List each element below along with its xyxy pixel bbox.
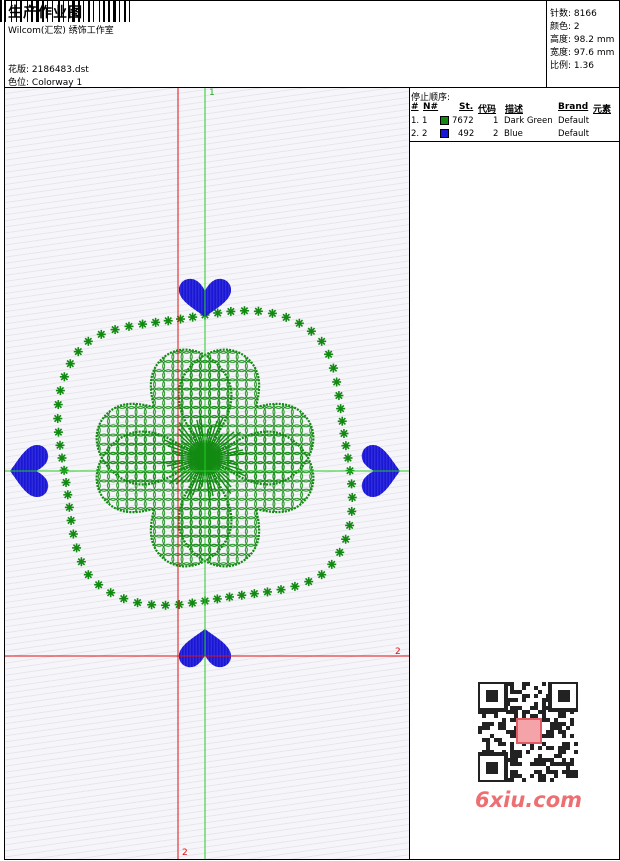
row-index: 1.	[411, 116, 420, 126]
page-title: 生产作业图	[8, 5, 83, 21]
col-header-code: 代码	[478, 105, 497, 115]
stat-value: 8166	[573, 9, 597, 19]
stat-color-count: 颜色: 2	[550, 19, 580, 32]
stats-divider	[546, 0, 547, 88]
guide-label-red-right: 2	[395, 647, 401, 657]
colorway-name: Colorway 1	[31, 78, 83, 88]
row-index: 2.	[411, 129, 420, 139]
row-description: Blue	[504, 129, 523, 139]
stat-height: 高度: 98.2 mm	[550, 32, 614, 45]
stat-label: 针数:	[550, 9, 572, 19]
stat-label: 宽度:	[550, 48, 572, 58]
colorway-line: 色位: Colorway 1	[8, 75, 82, 88]
stat-width: 宽度: 97.6 mm	[550, 45, 614, 58]
guide-lines	[5, 88, 409, 859]
stat-value: 97.6 mm	[573, 48, 615, 58]
row-stitches: 492	[458, 129, 475, 139]
row-code: 1	[493, 116, 499, 126]
col-header-index: #	[411, 102, 419, 112]
row-needle: 2	[422, 129, 428, 139]
row-stitches: 7672	[452, 116, 474, 126]
design-canvas[interactable]: 1 2 2	[5, 88, 409, 859]
col-header-element: 元素	[593, 105, 612, 115]
color-swatch-dark-green	[440, 116, 449, 125]
watermark: 6xiu.com	[470, 680, 586, 812]
company-name: Wilcom(汇宏) 绣饰工作室	[8, 26, 114, 36]
stat-label: 高度:	[550, 35, 572, 45]
col-header-needle: N#	[423, 102, 439, 112]
col-header-description: 描述	[505, 105, 524, 115]
row-brand: Default	[558, 116, 590, 126]
color-swatch-blue	[440, 129, 449, 138]
stat-value: 1.36	[573, 61, 594, 71]
guide-label-green: 1	[209, 88, 215, 98]
stat-value: 2	[573, 22, 580, 32]
stat-stitch-count: 针数: 8166	[550, 6, 597, 19]
production-worksheet: { "header": { "title": "生产作业图", "company…	[0, 0, 620, 861]
design-file-label: 花版:	[8, 65, 30, 75]
watermark-text: 6xiu.com	[475, 788, 583, 812]
stat-scale: 比例: 1.36	[550, 58, 594, 71]
frame-bottom-border	[4, 859, 620, 860]
design-file-name: 2186483.dst	[31, 65, 89, 75]
stop-table-divider	[409, 141, 620, 142]
col-header-stitches: St.	[459, 102, 474, 112]
col-header-brand: Brand	[558, 102, 589, 112]
stat-label: 比例:	[550, 61, 572, 71]
canvas-panel-divider	[409, 88, 410, 860]
frame-top-border	[4, 0, 620, 1]
guide-label-red-bottom: 2	[182, 848, 188, 858]
row-code: 2	[493, 129, 499, 139]
stat-value: 98.2 mm	[573, 35, 615, 45]
stamp-logo	[516, 718, 542, 744]
design-file-line: 花版: 2186483.dst	[8, 62, 89, 75]
stat-label: 颜色:	[550, 22, 572, 32]
colorway-label: 色位:	[8, 78, 30, 88]
row-needle: 1	[422, 116, 428, 126]
row-brand: Default	[558, 129, 590, 139]
row-description: Dark Green	[504, 116, 553, 126]
